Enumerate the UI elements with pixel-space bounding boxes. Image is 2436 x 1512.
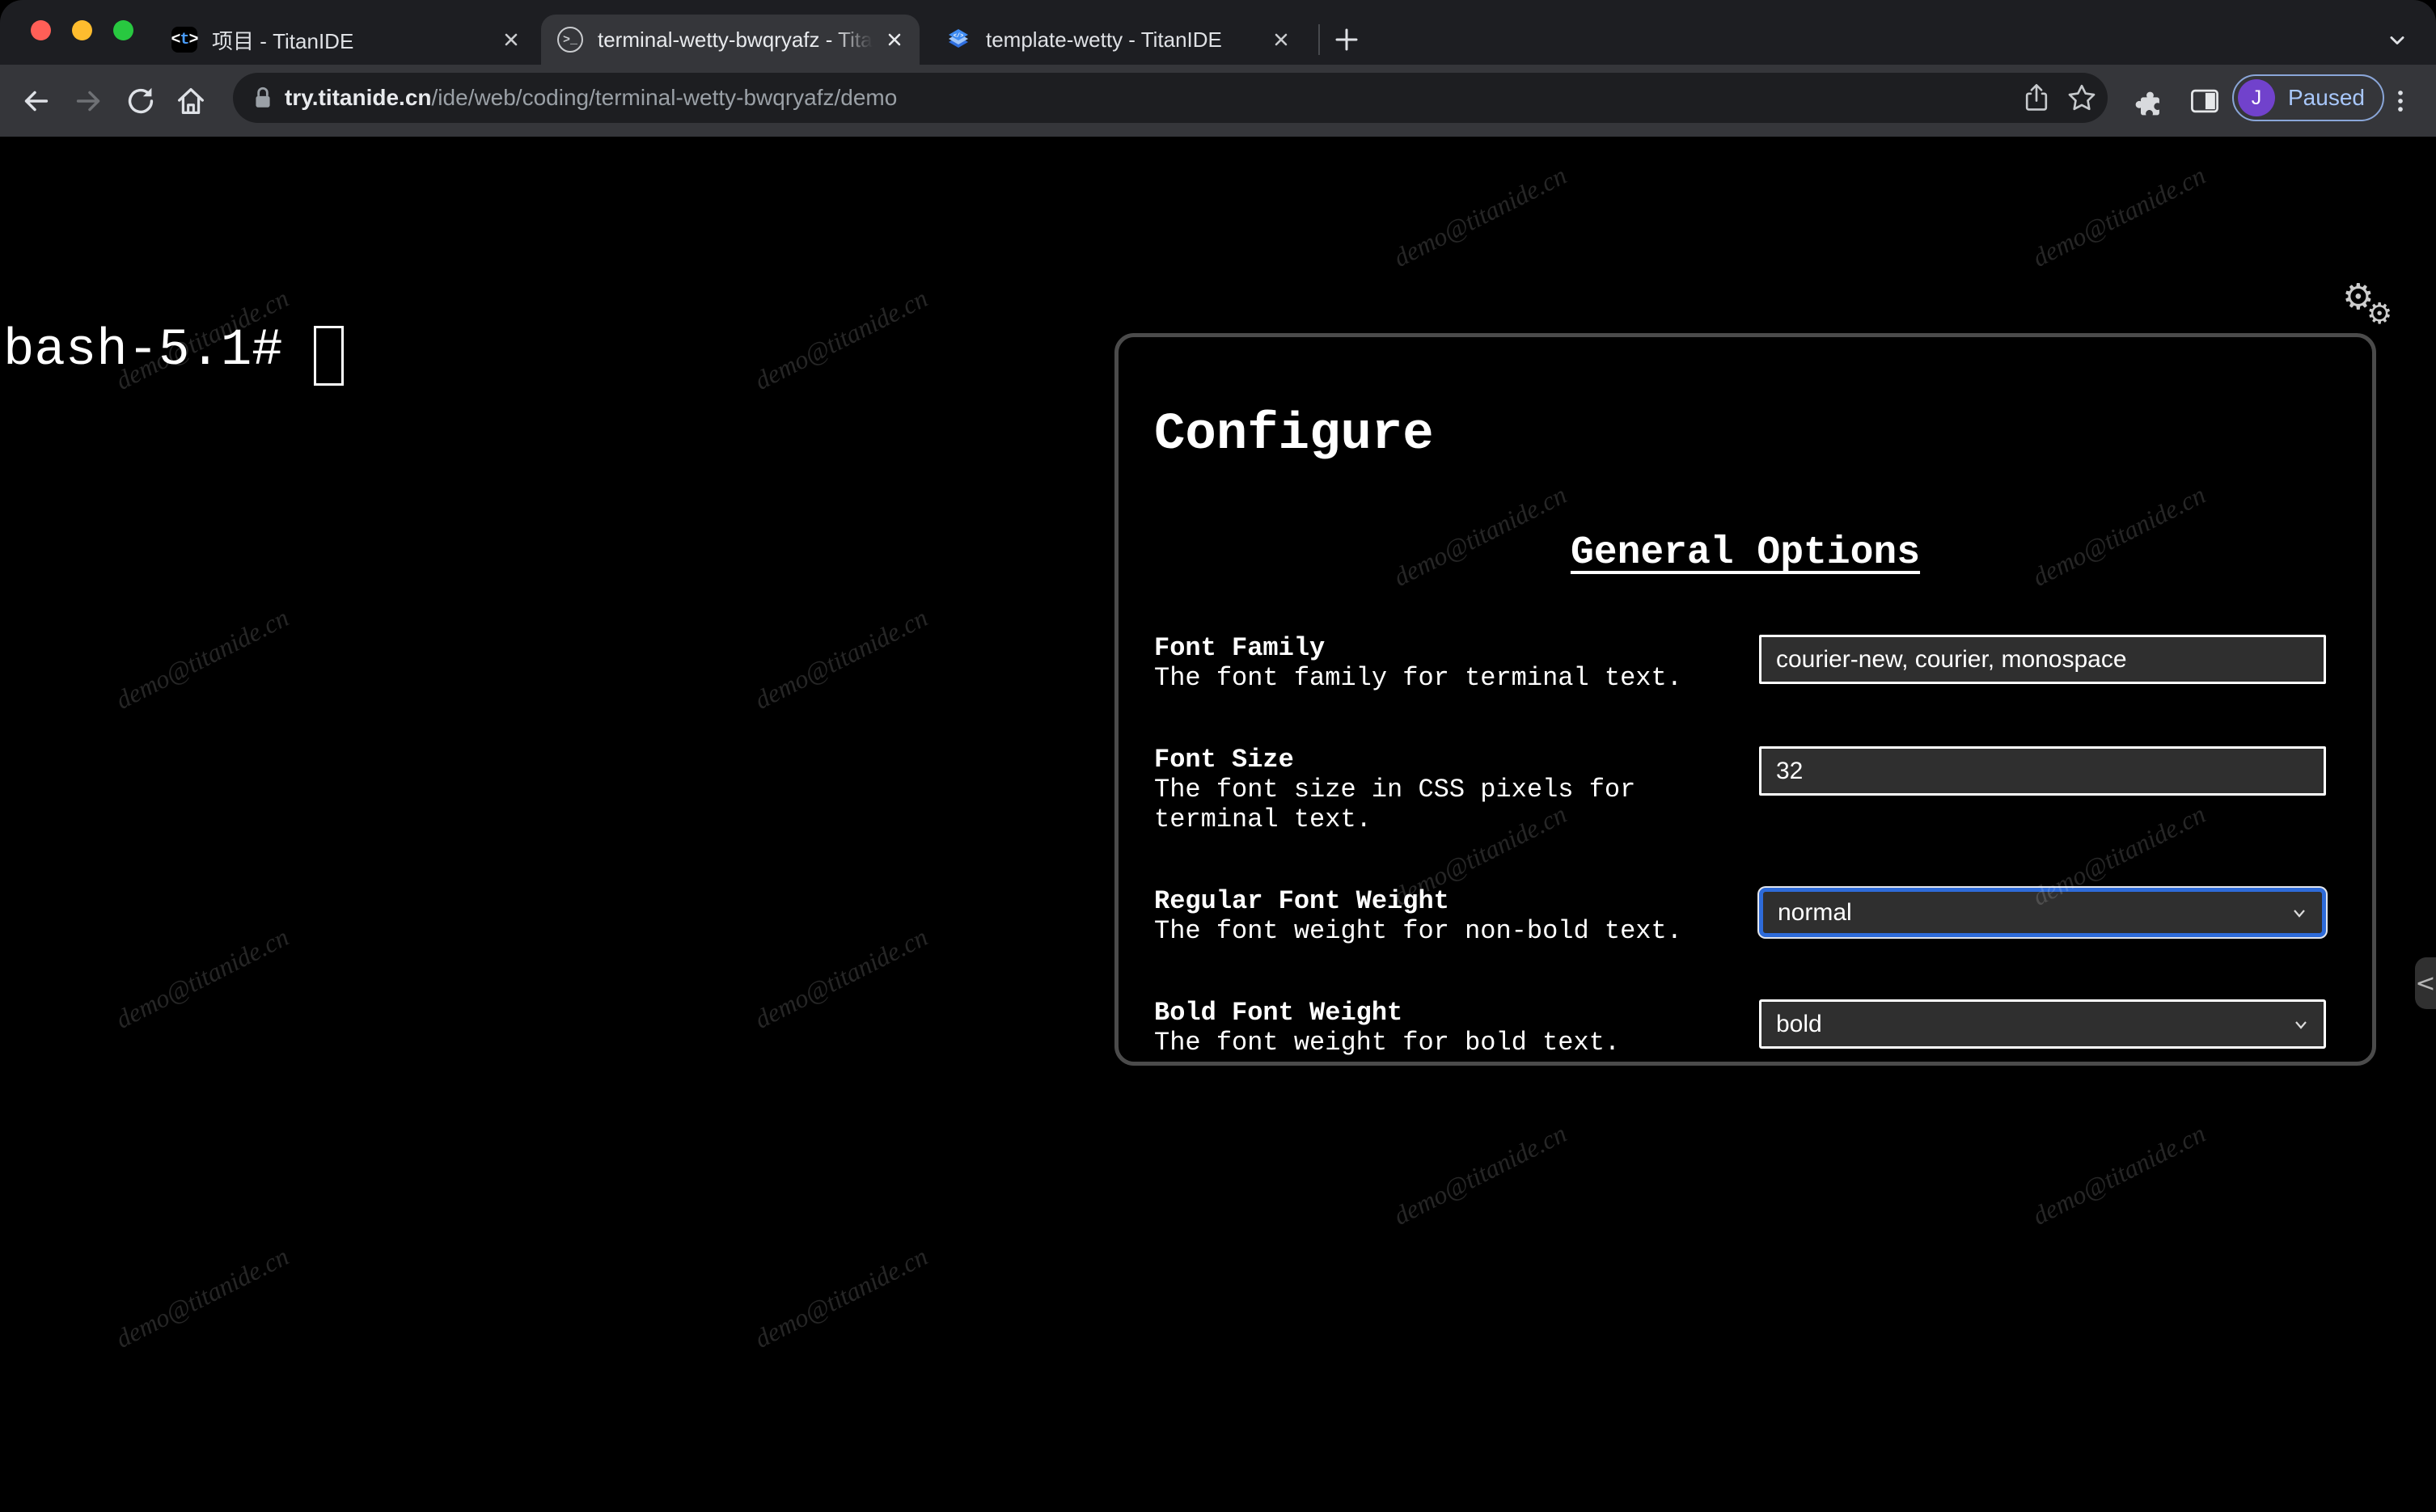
tab-strip: < t > 项目 - TitanIDE >_ terminal-wetty-bwqr… xyxy=(0,0,2436,65)
field-text: Font Family The font family for terminal … xyxy=(1154,633,1759,693)
watermark-text: demo@titanide.cn xyxy=(111,602,294,715)
field-select[interactable]: normal xyxy=(1759,888,2326,937)
field-label: Regular Font Weight xyxy=(1154,886,1449,916)
zoom-window-button[interactable] xyxy=(113,20,133,40)
field-label: Font Family xyxy=(1154,633,1326,663)
field-row: Regular Font Weight The font weight for n… xyxy=(1119,886,2372,946)
tab-title: terminal-wetty-bwqryafz - Tita xyxy=(598,27,873,53)
home-button[interactable] xyxy=(168,78,214,124)
profile-paused-label: Paused xyxy=(2288,85,2365,110)
svg-text:</>: </> xyxy=(954,33,964,40)
field-description: The font family for terminal text. xyxy=(1154,663,1682,693)
browser-toolbar: try.titanide.cn/ide/web/coding/terminal-… xyxy=(0,65,2436,137)
chevron-left-icon: < xyxy=(2415,969,2436,998)
field-row: Bold Font Weight The font weight for bold… xyxy=(1119,998,2372,1058)
tab-template-wetty[interactable]: </> template-wetty - TitanIDE xyxy=(929,15,1306,65)
watermark-text: demo@titanide.cn xyxy=(2028,160,2210,272)
configure-title: Configure xyxy=(1154,406,1434,464)
select-value: normal xyxy=(1778,898,1852,926)
watermark-text: demo@titanide.cn xyxy=(1389,160,1571,272)
tab-terminal-wetty[interactable]: >_ terminal-wetty-bwqryafz - Tita xyxy=(541,15,920,65)
watermark-text: demo@titanide.cn xyxy=(2028,1118,2210,1231)
field-text: Bold Font Weight The font weight for bold… xyxy=(1154,998,1759,1058)
address-bar[interactable]: try.titanide.cn/ide/web/coding/terminal-… xyxy=(233,73,2108,123)
field-description: The font weight for non-bold text. xyxy=(1154,916,1682,946)
tab-title: 项目 - TitanIDE xyxy=(212,28,354,53)
terminal-cursor xyxy=(314,326,344,386)
field-text: Regular Font Weight The font weight for n… xyxy=(1154,886,1759,946)
tab-divider xyxy=(1318,24,1320,55)
field-control xyxy=(1759,633,2326,684)
collapse-panel-handle[interactable]: < xyxy=(2415,957,2436,1009)
field-control: normal xyxy=(1759,886,2326,937)
gear-icon: ⚙ xyxy=(2366,298,2393,331)
field-description: The font weight for bold text. xyxy=(1154,1028,1621,1058)
url-text: try.titanide.cn/ide/web/coding/terminal-… xyxy=(285,85,2014,111)
field-row: Font Family The font family for terminal … xyxy=(1119,633,2372,693)
field-row: Font Size The font size in CSS pixels for… xyxy=(1119,745,2372,834)
watermark-text: demo@titanide.cn xyxy=(750,602,933,715)
browser-window: < t > 项目 - TitanIDE >_ terminal-wetty-bwqr… xyxy=(0,0,2436,1512)
new-tab-button[interactable] xyxy=(1328,21,1365,58)
close-tab-icon[interactable] xyxy=(881,26,908,53)
watermark-text: demo@titanide.cn xyxy=(111,922,294,1034)
traffic-lights xyxy=(31,20,133,40)
titanide-favicon-icon: < t > xyxy=(171,27,199,53)
terminal-favicon-icon: >_ xyxy=(557,27,583,53)
watermark-text: demo@titanide.cn xyxy=(750,283,933,395)
url-path: /ide/web/coding/terminal-wetty-bwqryafz/… xyxy=(431,85,898,110)
field-select[interactable]: bold xyxy=(1759,999,2326,1049)
terminal-screen[interactable]: bash-5.1# ⚙ ⚙ Configure General Options … xyxy=(0,137,2436,1511)
extensions-puzzle-icon[interactable] xyxy=(2127,78,2172,124)
tab-title: template-wetty - TitanIDE xyxy=(986,27,1222,52)
watermark-text: demo@titanide.cn xyxy=(111,1241,294,1354)
chevron-down-icon xyxy=(2290,903,2309,923)
watermark-text: demo@titanide.cn xyxy=(750,1241,933,1354)
field-label: Font Size xyxy=(1154,745,1294,775)
chevron-down-icon xyxy=(2291,1015,2311,1034)
field-label: Bold Font Weight xyxy=(1154,998,1403,1028)
forward-button[interactable] xyxy=(66,78,112,124)
field-control: bold xyxy=(1759,998,2326,1049)
lock-icon[interactable] xyxy=(252,86,273,110)
avatar: J xyxy=(2238,79,2275,116)
tab-search-chevron-icon[interactable] xyxy=(2376,23,2418,58)
bookmark-star-icon[interactable] xyxy=(2059,75,2104,120)
fields-container: Font Family The font family for terminal … xyxy=(1119,633,2372,1058)
field-input[interactable] xyxy=(1759,635,2326,684)
configure-panel: Configure General Options Font Family The… xyxy=(1114,333,2376,1066)
close-tab-icon[interactable] xyxy=(497,26,525,53)
close-window-button[interactable] xyxy=(31,20,51,40)
field-control xyxy=(1759,745,2326,796)
back-button[interactable] xyxy=(13,78,58,124)
minimize-window-button[interactable] xyxy=(72,20,92,40)
general-options-heading: General Options xyxy=(1570,531,1921,575)
field-description: The font size in CSS pixels for terminal… xyxy=(1154,775,1636,834)
tab-project[interactable]: < t > 项目 - TitanIDE xyxy=(155,15,536,65)
terminal-prompt: bash-5.1# xyxy=(3,322,283,380)
field-input[interactable] xyxy=(1759,746,2326,796)
reload-button[interactable] xyxy=(118,78,163,124)
select-value: bold xyxy=(1776,1010,1822,1037)
menu-dots-icon[interactable] xyxy=(2378,78,2423,124)
watermark-text: demo@titanide.cn xyxy=(750,922,933,1034)
side-panel-icon[interactable] xyxy=(2182,78,2227,124)
layers-favicon-icon: </> xyxy=(945,27,971,53)
watermark-text: demo@titanide.cn xyxy=(1389,1118,1571,1231)
share-icon[interactable] xyxy=(2014,75,2059,120)
close-tab-icon[interactable] xyxy=(1267,26,1295,53)
field-text: Font Size The font size in CSS pixels for… xyxy=(1154,745,1759,834)
profile-button[interactable]: J Paused xyxy=(2232,74,2384,121)
url-domain: try.titanide.cn xyxy=(285,85,432,110)
